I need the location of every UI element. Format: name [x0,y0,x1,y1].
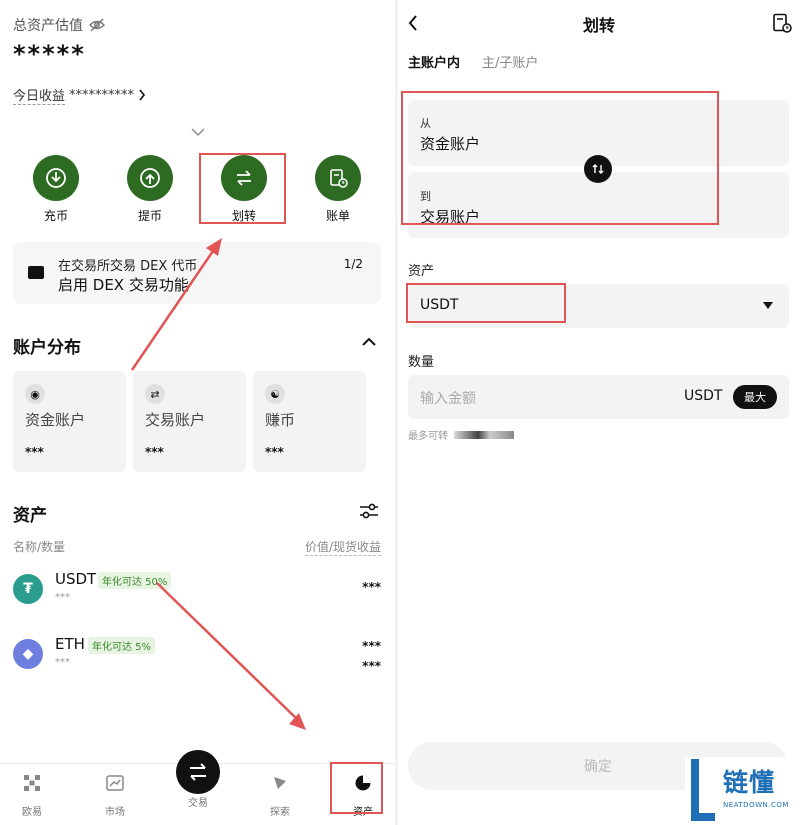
watermark-title: 链懂 [723,768,776,797]
annotation-box-accounts [401,91,719,225]
tab-main-account[interactable]: 主账户内 [408,52,460,71]
watermark-subtitle: NEATDOWN.COM [723,801,789,809]
max-button[interactable]: 最大 [733,385,777,409]
amount-unit: USDT [684,388,723,404]
dropdown-caret-icon [763,302,773,309]
max-transferable: 最多可转 [408,427,514,442]
transfer-title: 划转 [582,16,615,35]
amount-placeholder: 输入金额 [420,391,476,407]
neatdown-logo-icon [691,759,715,821]
assets-overview-screen: 总资产估值 ***** 今日收益 ********** 充币 提币 划转 账单 … [0,0,395,825]
transfer-header: 划转 [398,0,800,46]
max-transferable-label: 最多可转 [408,431,448,442]
annotation-box-asset [406,283,566,323]
amount-input[interactable]: 输入金额 USDT 最大 [408,375,789,419]
transfer-screen: 划转 主账户内 主/子账户 从 资金账户 到 交易账户 资产 USDT 数量 输… [398,0,800,825]
watermark: 链懂 NEATDOWN.COM [685,757,798,823]
redacted-amount [454,430,514,439]
asset-label: 资产 [408,264,435,279]
amount-label: 数量 [408,355,435,370]
annotation-arrows [130,238,306,730]
history-icon[interactable] [772,13,792,33]
tab-sub-account[interactable]: 主/子账户 [482,52,538,71]
